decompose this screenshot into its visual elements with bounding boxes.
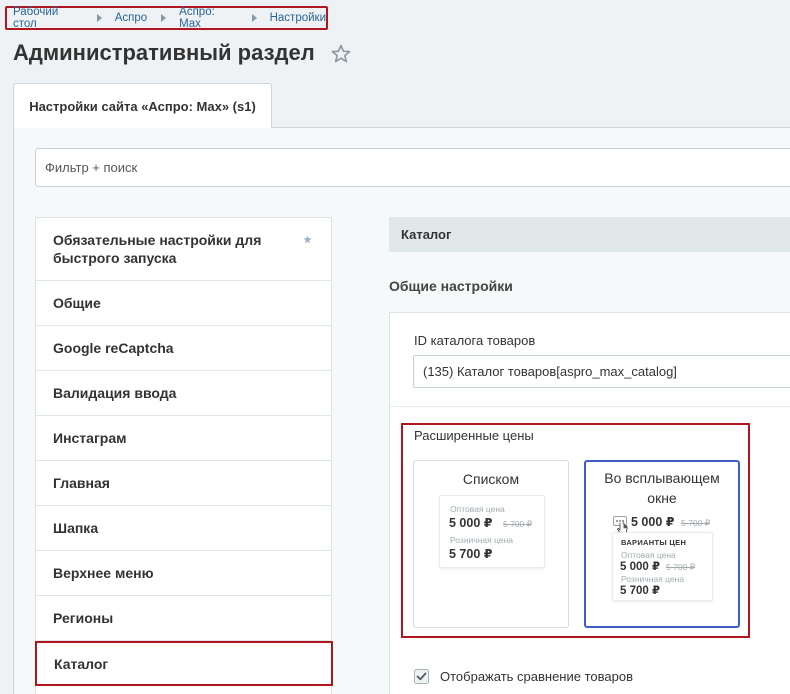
sidebar-item-label: Google reCaptcha (53, 340, 174, 356)
sidebar-item-label: Общие (53, 295, 101, 311)
divider (390, 406, 790, 407)
retail-label: Розничная цена (450, 535, 514, 545)
breadcrumb-separator-icon (161, 14, 167, 22)
breadcrumb-separator-icon (251, 14, 257, 22)
sidebar-item-input-validation[interactable]: Валидация ввода (36, 371, 331, 416)
required-star-icon (303, 235, 312, 244)
breadcrumb: Рабочий стол Аспро Аспро: Max Настройки (5, 6, 328, 30)
compare-checkbox[interactable] (414, 669, 429, 684)
wholesale-old-price: 5 700 ₽ (503, 519, 533, 529)
option-title: Списком (462, 471, 520, 487)
breadcrumb-item-aspro[interactable]: Аспро (115, 12, 147, 24)
breadcrumb-item-aspro-max[interactable]: Аспро: Max (179, 6, 237, 30)
price-variants-popup: ВАРИАНТЫ ЦЕН Оптовая цена 5 000 ₽ 5 700 … (612, 532, 713, 601)
catalog-id-select[interactable]: (135) Каталог товаров[aspro_max_catalog] (413, 355, 790, 388)
wholesale-price: 5 000 ₽ (449, 516, 493, 530)
page-title: Административный раздел (13, 40, 315, 65)
option-popup-card[interactable]: Во всплывающем окне 5 000 ₽ 5 700 ₽ ВАРИ… (584, 460, 740, 628)
sidebar-item-label: Обязательные настройки для быстрого запу… (53, 232, 262, 266)
star-icon[interactable] (331, 44, 351, 64)
wholesale-old-price: 5 700 ₽ (666, 562, 696, 572)
sidebar-item-label: Верхнее меню (53, 565, 154, 581)
sidebar-item-general[interactable]: Общие (36, 281, 331, 326)
price-preview: Оптовая цена 5 000 ₽ 5 700 ₽ Розничная ц… (439, 495, 545, 568)
popup-heading: ВАРИАНТЫ ЦЕН (621, 538, 687, 547)
wholesale-price: 5 000 ₽ (620, 561, 660, 573)
breadcrumb-item-settings[interactable]: Настройки (270, 12, 326, 24)
sidebar-item-main[interactable]: Главная (36, 461, 331, 506)
wholesale-label: Оптовая цена (450, 504, 505, 514)
section-header: Каталог (389, 217, 790, 252)
option-title: Во всплывающем окне (604, 470, 720, 506)
catalog-id-label: ID каталога товаров (414, 333, 536, 348)
sidebar-item-label: Каталог (54, 655, 109, 672)
section-subheading: Общие настройки (389, 278, 513, 294)
sidebar-item-recaptcha[interactable]: Google reCaptcha (36, 326, 331, 371)
sidebar-item-top-menu[interactable]: Верхнее меню (36, 551, 331, 596)
sidebar-item-label: Главная (53, 475, 110, 491)
retail-price: 5 700 ₽ (620, 585, 660, 597)
sidebar-item-instagram[interactable]: Инстаграм (36, 416, 331, 461)
filter-search-input[interactable]: Фильтр + поиск (35, 148, 790, 187)
tab-site-settings[interactable]: Настройки сайта «Аспро: Max» (s1) (13, 83, 272, 128)
sidebar-item-catalog[interactable]: Каталог (35, 641, 333, 686)
option-list-card[interactable]: Списком Оптовая цена 5 000 ₽ 5 700 ₽ Роз… (413, 460, 569, 628)
sidebar-item-regions[interactable]: Регионы (36, 596, 331, 641)
main-price: 5 000 ₽ (631, 515, 675, 529)
breadcrumb-separator-icon (96, 14, 102, 22)
retail-price: 5 700 ₽ (449, 547, 493, 561)
extended-prices-label: Расширенные цены (414, 428, 534, 443)
sidebar-item-header[interactable]: Шапка (36, 506, 331, 551)
main-old-price: 5 700 ₽ (681, 518, 711, 528)
sidebar-item-label: Инстаграм (53, 430, 127, 446)
sidebar-item-label: Регионы (53, 610, 114, 626)
sidebar-item-quick-start[interactable]: Обязательные настройки для быстрого запу… (36, 218, 331, 281)
sidebar-item-label: Шапка (53, 520, 99, 536)
breadcrumb-item-desktop[interactable]: Рабочий стол (13, 6, 83, 30)
compare-checkbox-label: Отображать сравнение товаров (440, 669, 633, 684)
sidebar-item-label: Валидация ввода (53, 385, 177, 401)
settings-sidebar: Обязательные настройки для быстрого запу… (35, 217, 333, 694)
